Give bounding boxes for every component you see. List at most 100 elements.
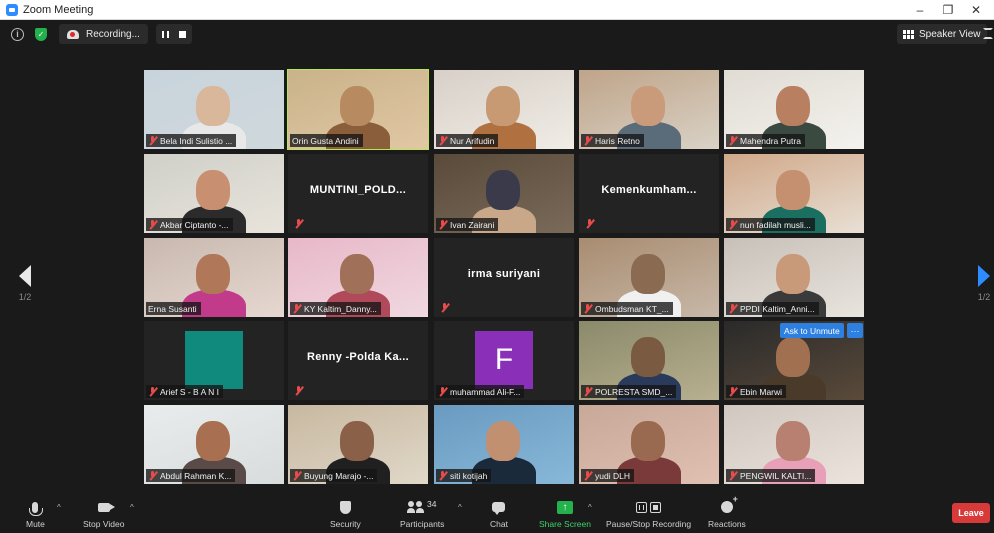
participant-display-name: irma suriyani — [467, 268, 541, 280]
mic-muted-icon — [440, 303, 449, 312]
participant-face — [631, 254, 665, 294]
participant-tile[interactable]: PPDI Kaltim_Anni... — [724, 238, 864, 317]
mic-muted-icon — [292, 471, 301, 480]
participant-tile[interactable]: irma suriyani — [434, 238, 574, 317]
mute-button[interactable]: Mute — [26, 497, 45, 529]
stop-video-button[interactable]: Stop Video — [83, 497, 124, 529]
participant-tile[interactable]: Orin Gusta Andini — [287, 69, 429, 150]
participant-face — [486, 170, 520, 210]
stop-recording-icon[interactable] — [178, 30, 186, 38]
participant-name-tag: PPDI Kaltim_Anni... — [726, 302, 819, 315]
participant-tile[interactable]: Buyung Marajo -... — [288, 405, 428, 484]
share-options-caret-icon[interactable]: ^ — [588, 503, 592, 512]
participant-name-tag: Ivan Zairani — [436, 218, 499, 231]
participant-tile[interactable]: POLRESTA SMD_... — [579, 321, 719, 400]
participant-tile[interactable]: Nur Arifudin — [434, 70, 574, 149]
mic-muted-icon — [728, 471, 737, 480]
participant-name: yudi DLH — [595, 470, 630, 481]
recording-indicator: Recording... — [59, 24, 148, 44]
ask-to-unmute-button[interactable]: Ask to Unmute — [780, 323, 844, 338]
mic-muted-icon — [583, 387, 592, 396]
participant-tile[interactable]: nun fadilah musli... — [724, 154, 864, 233]
participant-face — [196, 86, 230, 126]
participant-tile[interactable]: Arief S - B A N I — [144, 321, 284, 400]
reactions-button[interactable]: Reactions — [708, 494, 746, 529]
arrow-right-icon — [978, 265, 990, 287]
chat-button[interactable]: Chat — [490, 497, 508, 529]
window-controls: – ❐ ✕ — [906, 0, 990, 20]
minimize-button[interactable]: – — [906, 0, 934, 20]
maximize-button[interactable]: ❐ — [934, 0, 962, 20]
pause-stop-recording-icon — [636, 501, 662, 513]
participant-name: PPDI Kaltim_Anni... — [740, 303, 815, 314]
participant-tile[interactable]: siti kotijah — [434, 405, 574, 484]
video-options-caret-icon[interactable]: ^ — [130, 503, 134, 512]
mic-muted-icon — [148, 387, 157, 396]
participant-face — [776, 170, 810, 210]
previous-page-button[interactable]: 1/2 — [10, 265, 40, 302]
next-page-button[interactable]: 1/2 — [969, 265, 994, 302]
meeting-topbar: i ✓ Recording... — [0, 21, 994, 47]
mic-muted-icon — [148, 220, 157, 229]
participant-name: siti kotijah — [450, 470, 488, 481]
participant-tile[interactable]: PENGWIL KALTI... — [724, 405, 864, 484]
participant-more-button[interactable]: ··· — [847, 323, 863, 338]
mic-muted-icon — [148, 471, 157, 480]
participant-tile[interactable]: Kemenkumham... — [579, 154, 719, 233]
participant-tile[interactable]: Haris Retno — [579, 70, 719, 149]
participant-tile[interactable]: Bela Indi Sulistio ... — [144, 70, 284, 149]
participant-tile[interactable]: yudi DLH — [579, 405, 719, 484]
participant-face — [631, 337, 665, 377]
share-screen-button[interactable]: ↑ Share Screen — [539, 497, 591, 529]
chat-label: Chat — [490, 519, 508, 529]
participant-tile[interactable]: Erna Susanti — [144, 238, 284, 317]
speaker-view-button[interactable]: Speaker View — [897, 24, 987, 44]
mic-muted-icon — [728, 136, 737, 145]
pause-recording-icon[interactable] — [161, 30, 169, 38]
participant-tile[interactable]: KY Kaltim_Danny... — [288, 238, 428, 317]
participant-tile[interactable]: Ivan Zairani — [434, 154, 574, 233]
participants-caret-icon[interactable]: ^ — [458, 503, 462, 512]
participant-tile[interactable]: Ombudsman KT_... — [579, 238, 719, 317]
page-indicator-right: 1/2 — [977, 292, 991, 302]
pause-stop-recording-button[interactable]: Pause/Stop Recording — [606, 497, 691, 529]
participant-face — [486, 421, 520, 461]
participant-name: KY Kaltim_Danny... — [304, 303, 377, 314]
window-title: Zoom Meeting — [23, 3, 94, 16]
participant-name-tag: yudi DLH — [581, 469, 634, 482]
mic-muted-icon — [728, 387, 737, 396]
security-label: Security — [330, 519, 361, 529]
security-button[interactable]: Security — [330, 497, 361, 529]
mic-muted-icon — [292, 304, 301, 313]
participant-tile[interactable]: MUNTINI_POLD... — [288, 154, 428, 233]
participant-name: Arief S - B A N I — [160, 386, 220, 397]
participant-display-name: Renny -Polda Ka... — [307, 351, 409, 363]
participants-label: Participants — [400, 519, 445, 529]
info-icon[interactable]: i — [11, 27, 24, 41]
encryption-shield-icon[interactable]: ✓ — [35, 27, 47, 41]
leave-button[interactable]: Leave — [952, 503, 990, 523]
arrow-left-icon — [19, 265, 31, 287]
participant-face — [196, 254, 230, 294]
close-button[interactable]: ✕ — [962, 0, 990, 20]
participant-name-tag: Haris Retno — [581, 134, 644, 147]
participant-face — [196, 421, 230, 461]
participant-tile[interactable]: Akbar Ciptanto -... — [144, 154, 284, 233]
participant-tile[interactable]: Abdul Rahman K... — [144, 405, 284, 484]
participant-name: Orin Gusta Andini — [292, 135, 359, 146]
recording-status: Recording... — [86, 28, 140, 40]
participant-tile[interactable]: Fmuhammad Ali-F... — [434, 321, 574, 400]
audio-options-caret-icon[interactable]: ^ — [57, 503, 61, 512]
participant-name-tag: Akbar Ciptanto -... — [146, 218, 233, 231]
participants-button[interactable]: 34 Participants — [400, 497, 444, 529]
fullscreen-icon[interactable] — [983, 28, 993, 39]
share-screen-label: Share Screen — [539, 519, 591, 529]
participant-tile[interactable]: Mahendra Putra — [724, 70, 864, 149]
participant-display-name: Kemenkumham... — [601, 184, 697, 196]
participant-name: Ivan Zairani — [450, 219, 495, 230]
stop-video-label: Stop Video — [83, 519, 125, 529]
participant-display-name: MUNTINI_POLD... — [309, 184, 407, 196]
participant-face — [631, 421, 665, 461]
participant-name: Ombudsman KT_... — [595, 303, 669, 314]
participant-tile[interactable]: Renny -Polda Ka... — [288, 321, 428, 400]
